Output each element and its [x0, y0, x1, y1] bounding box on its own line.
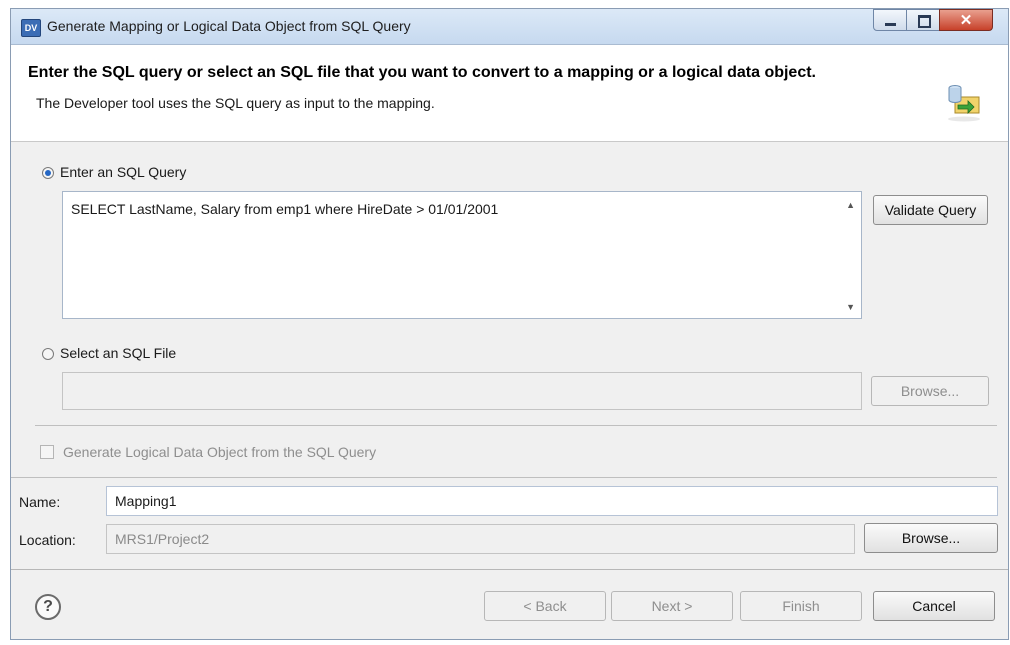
maximize-icon — [918, 15, 931, 28]
location-label: Location: — [19, 532, 76, 548]
generate-ldo-label: Generate Logical Data Object from the SQ… — [63, 444, 377, 460]
minimize-icon — [885, 23, 896, 26]
maximize-button[interactable] — [906, 9, 940, 31]
scroll-up-icon[interactable]: ▲ — [846, 200, 855, 210]
cancel-button[interactable]: Cancel — [873, 591, 995, 621]
location-field: MRS1/Project2 — [106, 524, 855, 554]
dv-app-icon: DV — [21, 19, 41, 37]
finish-button[interactable]: Finish — [740, 591, 862, 621]
name-input[interactable]: Mapping1 — [106, 486, 998, 516]
enter-sql-query-radio[interactable] — [42, 167, 54, 179]
header-title: Enter the SQL query or select an SQL fil… — [28, 64, 816, 81]
file-browse-button[interactable]: Browse... — [871, 376, 989, 406]
select-sql-file-label[interactable]: Select an SQL File — [60, 345, 176, 361]
dialog-header: Enter the SQL query or select an SQL fil… — [11, 45, 1008, 142]
help-icon[interactable]: ? — [35, 594, 61, 620]
validate-query-button[interactable]: Validate Query — [873, 195, 988, 225]
sql-file-path-field[interactable] — [62, 372, 862, 410]
close-icon: ✕ — [959, 12, 973, 29]
footer-divider — [11, 569, 1008, 570]
sql-query-textarea[interactable]: SELECT LastName, Salary from emp1 where … — [62, 191, 862, 319]
section-divider — [11, 477, 997, 478]
database-export-icon — [948, 85, 980, 122]
scroll-down-icon[interactable]: ▼ — [846, 302, 855, 312]
window-title: Generate Mapping or Logical Data Object … — [47, 18, 411, 34]
section-divider — [35, 425, 997, 426]
enter-sql-query-label[interactable]: Enter an SQL Query — [60, 164, 186, 180]
sql-query-text: SELECT LastName, Salary from emp1 where … — [71, 201, 499, 217]
name-label: Name: — [19, 494, 61, 510]
close-button[interactable]: ✕ — [939, 9, 993, 31]
select-sql-file-radio[interactable] — [42, 348, 54, 360]
next-button[interactable]: Next > — [611, 591, 733, 621]
location-browse-button[interactable]: Browse... — [864, 523, 998, 553]
generate-ldo-checkbox[interactable] — [40, 445, 54, 459]
minimize-button[interactable] — [873, 9, 907, 31]
location-value: MRS1/Project2 — [115, 531, 210, 547]
header-description: The Developer tool uses the SQL query as… — [36, 95, 435, 111]
name-value: Mapping1 — [115, 493, 177, 509]
back-button[interactable]: < Back — [484, 591, 606, 621]
title-bar: DV Generate Mapping or Logical Data Obje… — [11, 9, 1008, 45]
dialog-window: DV Generate Mapping or Logical Data Obje… — [10, 8, 1009, 640]
